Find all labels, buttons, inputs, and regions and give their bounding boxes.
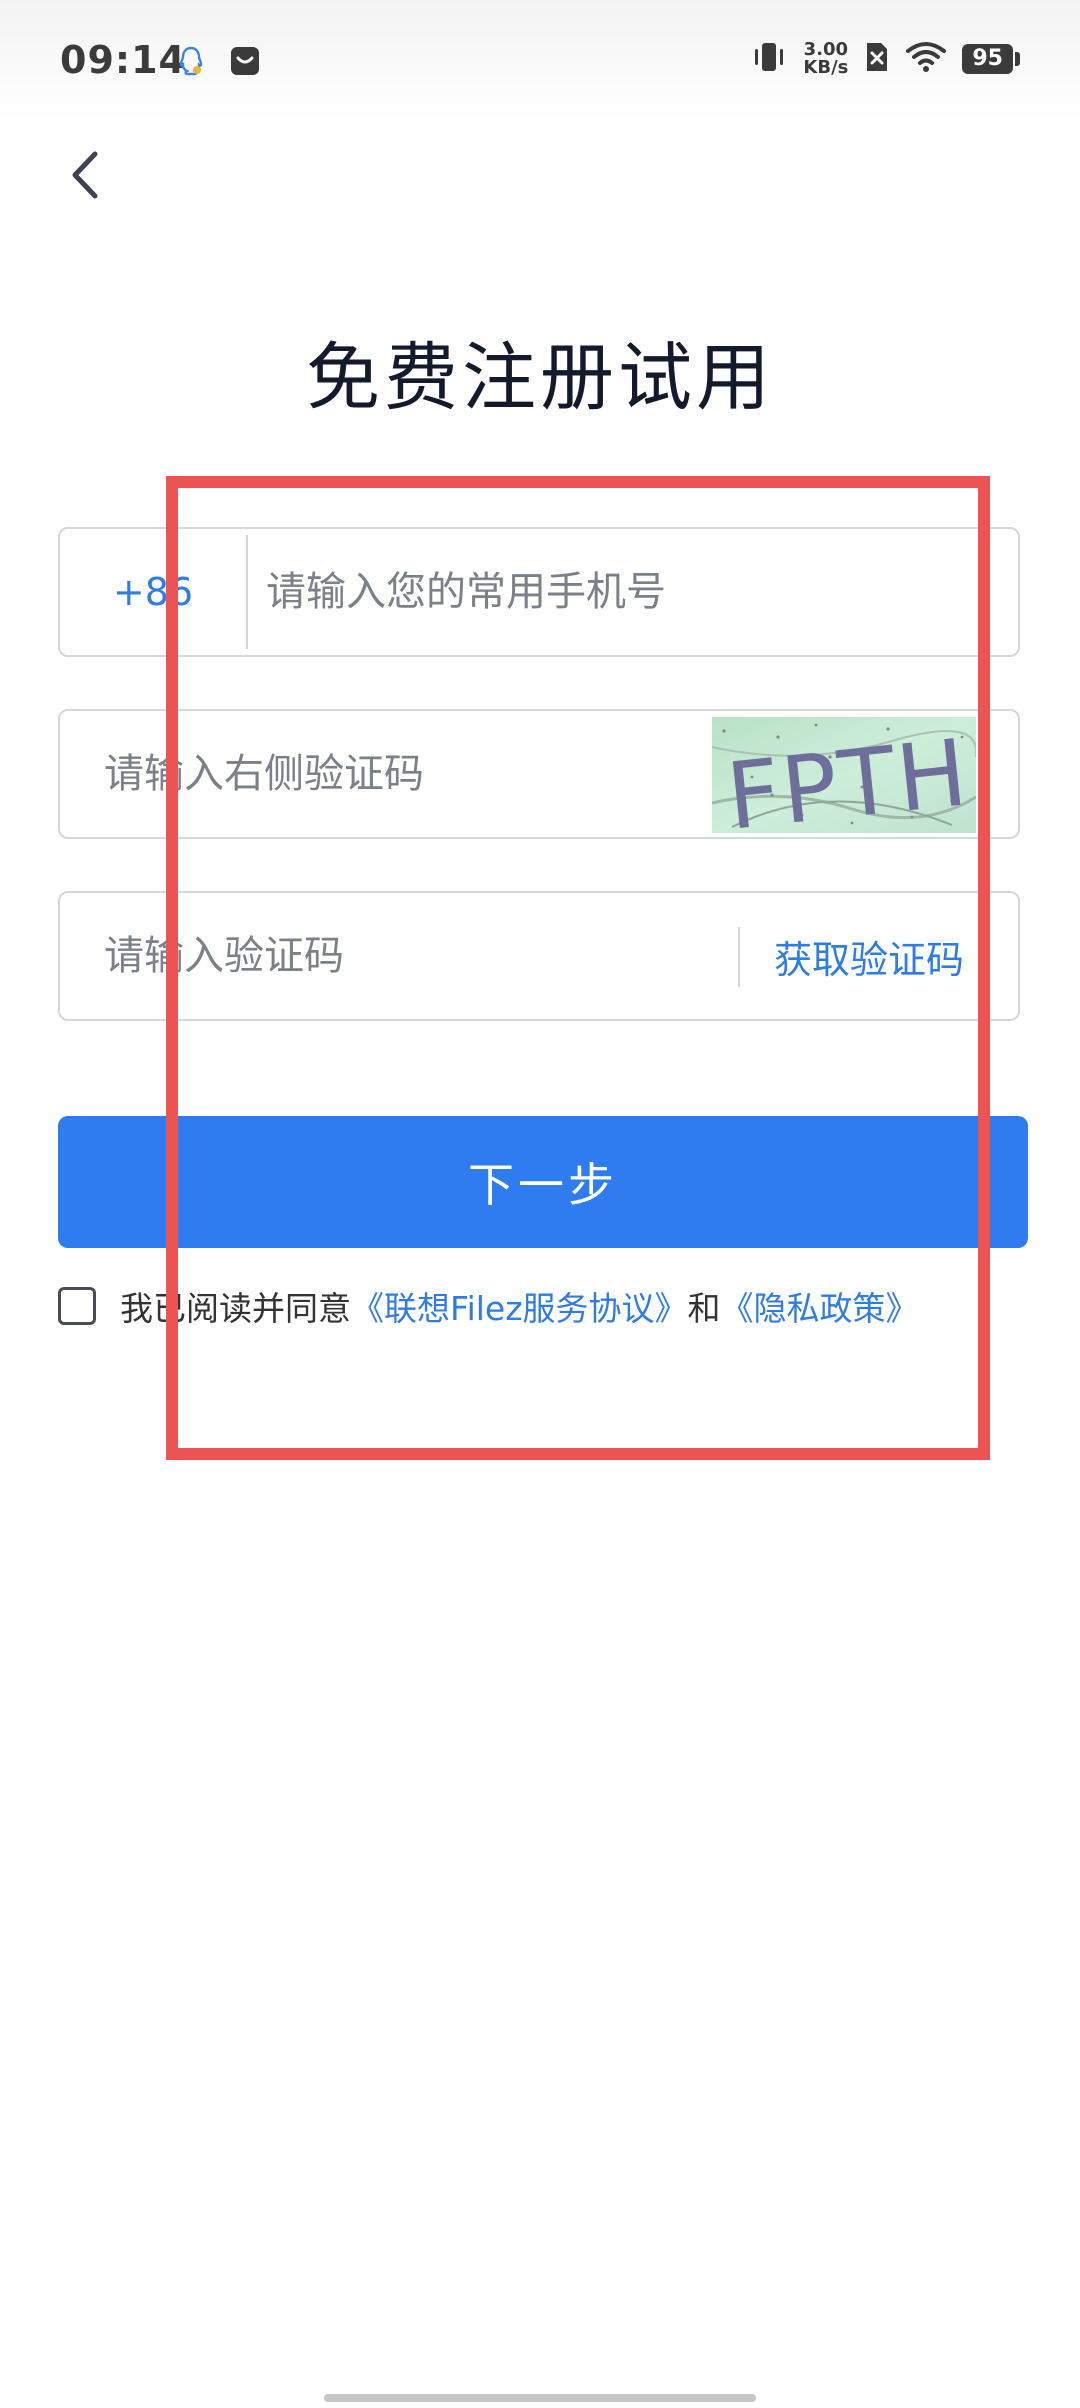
sms-code-input[interactable]	[104, 893, 724, 1019]
phone-input[interactable]	[266, 529, 986, 655]
home-indicator	[324, 2394, 756, 2402]
network-speed: 3.00 KB/s	[803, 41, 848, 77]
back-button[interactable]	[50, 140, 120, 210]
captcha-image[interactable]: FPTH	[712, 717, 976, 833]
captcha-input[interactable]	[104, 711, 704, 837]
network-speed-unit: KB/s	[803, 57, 849, 78]
page-title: 免费注册试用	[306, 335, 774, 421]
vibrate-icon	[751, 40, 787, 78]
field-divider	[738, 927, 740, 987]
status-left-icons	[174, 44, 262, 82]
qq-notification-icon	[174, 44, 208, 82]
get-code-button[interactable]: 获取验证码	[774, 893, 964, 1019]
service-agreement-link[interactable]: 《联想Filez服务协议》	[351, 1282, 688, 1330]
sms-code-field: 获取验证码	[58, 891, 1020, 1021]
privacy-policy-link[interactable]: 《隐私政策》	[721, 1282, 919, 1330]
battery-cap	[1015, 52, 1020, 66]
wifi-icon	[906, 41, 947, 77]
agreement-and: 和	[687, 1289, 721, 1328]
battery-level: 95	[962, 44, 1013, 74]
chevron-left-icon	[72, 151, 98, 199]
captcha-field: FPTH	[58, 709, 1020, 839]
no-sim-icon	[864, 41, 890, 77]
phone-field: +86	[58, 527, 1020, 657]
agreement-row: 我已阅读并同意 《联想Filez服务协议》 和 《隐私政策》	[58, 1282, 919, 1330]
status-bar: 09:14 3.00 KB/s 95	[0, 0, 1080, 120]
battery-icon: 95	[962, 44, 1020, 74]
next-button[interactable]: 下一步	[58, 1116, 1028, 1248]
agreement-checkbox[interactable]	[58, 1287, 96, 1325]
agreement-prefix: 我已阅读并同意	[120, 1289, 351, 1328]
status-right-icons: 3.00 KB/s 95	[751, 40, 1020, 78]
status-time: 09:14	[60, 38, 186, 82]
country-code-selector[interactable]: +86	[60, 529, 246, 655]
mail-app-icon	[228, 44, 262, 82]
field-divider	[246, 535, 248, 649]
